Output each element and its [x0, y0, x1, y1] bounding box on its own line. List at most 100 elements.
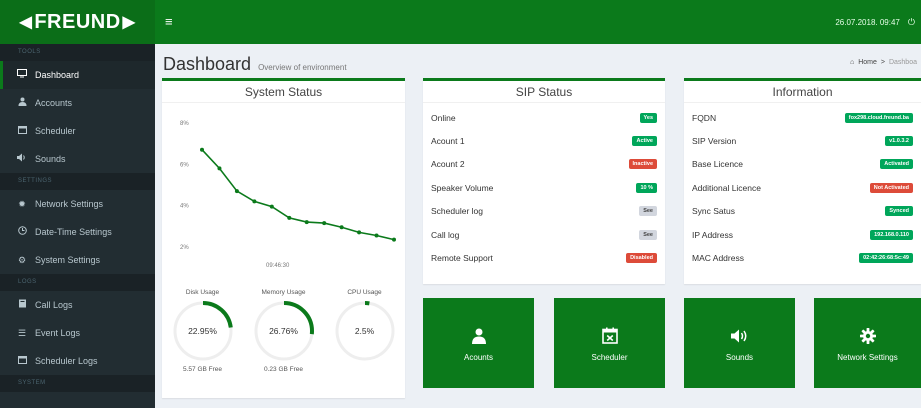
sip-status-list: Online Yes Acount 1 Active Acount 2 Inactive S…	[423, 103, 665, 270]
status-label: Remote Support	[431, 253, 493, 264]
x-tick-label: 09:46:30	[266, 263, 290, 269]
status-badge: Yes	[639, 112, 657, 123]
list-icon: ☰	[17, 328, 27, 338]
accounts-tile[interactable]: Acounts	[423, 298, 534, 388]
data-point	[322, 221, 327, 226]
sidebar-item-network-settings[interactable]: ✹ Network Settings	[0, 190, 155, 218]
status-label: IP Address	[692, 229, 733, 240]
scheduler-tile[interactable]: Scheduler	[554, 298, 665, 388]
status-label: MAC Address	[692, 253, 744, 264]
sounds-tile[interactable]: Sounds	[684, 298, 795, 388]
sidebar-item-call-logs[interactable]: Call Logs	[0, 291, 155, 319]
sidebar-item-sounds[interactable]: Sounds	[0, 145, 155, 173]
data-point	[234, 189, 239, 194]
sip-status-panel: SIP Status Online Yes Acount 1 Active Acount…	[423, 78, 665, 284]
tile-label: Acounts	[464, 352, 493, 362]
tile-label: Scheduler	[591, 352, 628, 362]
logo-area[interactable]: ◀ FREUND ▶	[0, 0, 155, 44]
usage-gauges: Disk Usage 22.95% 5.57 GB Free Memory Usage…	[162, 289, 405, 374]
page-header: Dashboard Overview of environment	[163, 54, 347, 75]
sidebar-section-system: SYSTEM	[0, 375, 155, 392]
gear-icon: ✹	[18, 199, 26, 209]
page-title: Dashboard	[163, 54, 252, 74]
usage-gauge: Memory Usage 26.76% 0.23 GB Free	[252, 289, 316, 374]
status-label: Base Licence	[692, 159, 744, 170]
sidebar: TOOLS Dashboard Accounts Scheduler Sound…	[0, 44, 155, 408]
status-row: Online Yes	[431, 106, 657, 129]
volume-icon	[17, 145, 27, 173]
logo-text: FREUND	[34, 10, 121, 33]
status-badge: 10 %	[636, 182, 657, 193]
monitor-icon	[17, 61, 27, 89]
status-label: Additional Licence	[692, 182, 761, 193]
sidebar-item-label: Dashboard	[35, 70, 80, 80]
sidebar-item-label: Sounds	[35, 154, 66, 164]
gauge-value: 26.76%	[269, 326, 298, 336]
top-header: ◀ FREUND ▶ ≡ 26.07.2018. 09:47 ⏻	[0, 0, 921, 44]
data-point	[392, 237, 396, 242]
gauge-footer: 0.23 GB Free	[263, 366, 304, 373]
status-label: Speaker Volume	[431, 182, 494, 193]
status-label: FQDN	[692, 112, 717, 123]
menu-toggle-icon[interactable]: ≡	[165, 14, 173, 29]
sidebar-section-tools: TOOLS	[0, 44, 155, 61]
cpu-usage-chart: 8% 6% 4% 2% 09:46:30	[180, 121, 396, 269]
y-tick-label: 4%	[180, 204, 189, 210]
breadcrumb-home[interactable]: Home	[858, 59, 877, 66]
sidebar-item-dashboard[interactable]: Dashboard	[0, 61, 155, 89]
gauge-footer: 5.57 GB Free	[182, 366, 223, 373]
status-row: Additional Licence Not Activated	[692, 176, 913, 199]
status-badge: Disabled	[626, 253, 657, 264]
data-point	[357, 230, 362, 235]
data-point	[252, 199, 257, 204]
sidebar-section-logs: LOGS	[0, 274, 155, 291]
status-badge[interactable]: See	[639, 229, 657, 240]
book-icon	[17, 291, 27, 319]
network-settings-tile[interactable]: Network Settings	[814, 298, 921, 388]
status-badge[interactable]: See	[639, 206, 657, 217]
tile-label: Sounds	[725, 352, 754, 362]
tile-label: Network Settings	[837, 352, 898, 362]
sidebar-item-label: Accounts	[35, 98, 73, 108]
status-row: IP Address 192.168.0.110	[692, 223, 913, 246]
status-row: FQDN fox298.cloud.freund.ba	[692, 106, 913, 129]
gears-icon: ⚙	[17, 255, 27, 265]
y-tick-label: 2%	[180, 245, 189, 251]
sidebar-item-label: Scheduler Logs	[35, 356, 98, 366]
status-badge: 192.168.0.110	[870, 229, 913, 240]
page-subtitle: Overview of environment	[258, 63, 347, 72]
gear-icon	[859, 325, 876, 347]
sip-status-title: SIP Status	[423, 81, 665, 103]
sidebar-item-label: Event Logs	[35, 328, 81, 338]
status-row: Remote Support Disabled	[431, 246, 657, 269]
data-point	[200, 147, 204, 152]
sidebar-section-settings: SETTINGS	[0, 173, 155, 190]
user-icon	[471, 325, 486, 347]
cpu-line	[201, 149, 395, 241]
sidebar-item-system-settings[interactable]: ⚙ System Settings	[0, 246, 155, 274]
status-label: Acount 1	[431, 136, 465, 147]
sidebar-item-scheduler[interactable]: Scheduler	[0, 117, 155, 145]
status-row: Sync Satus Synced	[692, 200, 913, 223]
status-label: Acount 2	[431, 159, 465, 170]
status-row: Speaker Volume 10 %	[431, 176, 657, 199]
data-point	[304, 220, 309, 225]
sidebar-item-date-time-settings[interactable]: Date-Time Settings	[0, 218, 155, 246]
status-row: MAC Address 02:42:26:68:5c:49	[692, 246, 913, 269]
status-row: SIP Version v1.0.3.2	[692, 129, 913, 152]
sidebar-item-event-logs[interactable]: ☰ Event Logs	[0, 319, 155, 347]
information-panel: Information FQDN fox298.cloud.freund.ba SI…	[684, 78, 921, 284]
usage-gauge: CPU Usage 2.5%	[333, 289, 397, 374]
status-badge: Activated	[880, 159, 913, 170]
status-badge: v1.0.3.2	[885, 136, 913, 147]
clock-icon	[17, 218, 27, 246]
status-row: Acount 1 Active	[431, 129, 657, 152]
sidebar-item-accounts[interactable]: Accounts	[0, 89, 155, 117]
power-icon[interactable]: ⏻	[908, 17, 915, 28]
user-icon	[17, 89, 27, 117]
sidebar-item-label: Date-Time Settings	[35, 227, 112, 237]
usage-gauge: Disk Usage 22.95% 5.57 GB Free	[171, 289, 235, 374]
calendar-icon	[17, 117, 27, 145]
sidebar-item-scheduler-logs[interactable]: Scheduler Logs	[0, 347, 155, 375]
y-tick-label: 6%	[180, 162, 189, 168]
